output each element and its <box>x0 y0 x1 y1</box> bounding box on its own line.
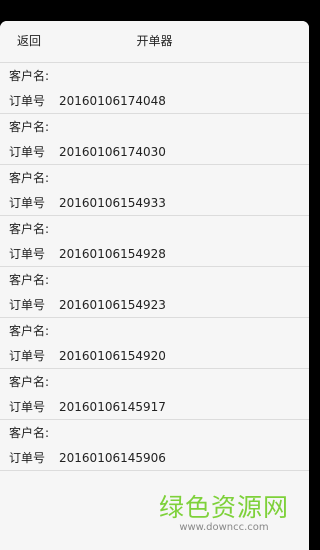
customer-row: 客户名: <box>9 422 49 444</box>
customer-row: 客户名: <box>9 167 49 189</box>
order-row: 订单号 20160106145917 <box>9 396 166 418</box>
customer-row: 客户名: <box>9 116 49 138</box>
customer-label: 客户名: <box>9 426 50 440</box>
order-row: 订单号 20160106154933 <box>9 192 166 214</box>
order-label: 订单号 <box>9 349 46 363</box>
customer-label: 客户名: <box>9 171 50 185</box>
customer-row: 客户名: <box>9 269 49 291</box>
order-label: 订单号 <box>9 196 46 210</box>
list-item[interactable]: 客户名: 订单号 20160106174030 <box>0 114 309 165</box>
order-number: 20160106174048 <box>59 94 166 108</box>
customer-label: 客户名: <box>9 324 50 338</box>
list-item[interactable]: 客户名: 订单号 20160106154920 <box>0 318 309 369</box>
list-item[interactable]: 客户名: 订单号 20160106174048 <box>0 63 309 114</box>
order-label: 订单号 <box>9 247 46 261</box>
customer-row: 客户名: <box>9 218 49 240</box>
order-label: 订单号 <box>9 451 46 465</box>
list-item[interactable]: 客户名: 订单号 20160106154923 <box>0 267 309 318</box>
customer-label: 客户名: <box>9 222 50 236</box>
customer-row: 客户名: <box>9 65 49 87</box>
list-item[interactable]: 客户名: 订单号 20160106145906 <box>0 420 309 471</box>
order-label: 订单号 <box>9 400 46 414</box>
customer-label: 客户名: <box>9 273 50 287</box>
watermark: 绿色资源网 www.downcc.com <box>159 494 289 534</box>
list-item[interactable]: 客户名: 订单号 20160106154928 <box>0 216 309 267</box>
order-number: 20160106174030 <box>59 145 166 159</box>
order-number: 20160106145917 <box>59 400 166 414</box>
customer-row: 客户名: <box>9 320 49 342</box>
order-number: 20160106154933 <box>59 196 166 210</box>
customer-label: 客户名: <box>9 120 50 134</box>
order-row: 订单号 20160106154920 <box>9 345 166 367</box>
list-item[interactable]: 客户名: 订单号 20160106154933 <box>0 165 309 216</box>
order-number: 20160106154920 <box>59 349 166 363</box>
order-label: 订单号 <box>9 145 46 159</box>
watermark-text: 绿色资源网 <box>158 493 289 522</box>
order-number: 20160106145906 <box>59 451 166 465</box>
order-number: 20160106154923 <box>59 298 166 312</box>
order-row: 订单号 20160106174030 <box>9 141 166 163</box>
order-row: 订单号 20160106154928 <box>9 243 166 265</box>
customer-row: 客户名: <box>9 371 49 393</box>
customer-label: 客户名: <box>9 69 50 83</box>
order-row: 订单号 20160106174048 <box>9 90 166 112</box>
page-title: 开单器 <box>136 34 173 48</box>
order-label: 订单号 <box>9 298 46 312</box>
order-row: 订单号 20160106145906 <box>9 447 166 469</box>
dialog-header: 返回 开单器 <box>0 21 309 63</box>
customer-label: 客户名: <box>9 375 50 389</box>
order-dialog: 返回 开单器 客户名: 订单号 20160106174048 客户名: 订单号 20… <box>0 21 309 550</box>
list-item[interactable]: 客户名: 订单号 20160106145917 <box>0 369 309 420</box>
status-bar <box>0 0 309 21</box>
order-number: 20160106154928 <box>59 247 166 261</box>
order-row: 订单号 20160106154923 <box>9 294 166 316</box>
order-label: 订单号 <box>9 94 46 108</box>
order-list: 客户名: 订单号 20160106174048 客户名: 订单号 201601061… <box>0 63 309 471</box>
watermark-url: www.downcc.com <box>179 522 269 533</box>
